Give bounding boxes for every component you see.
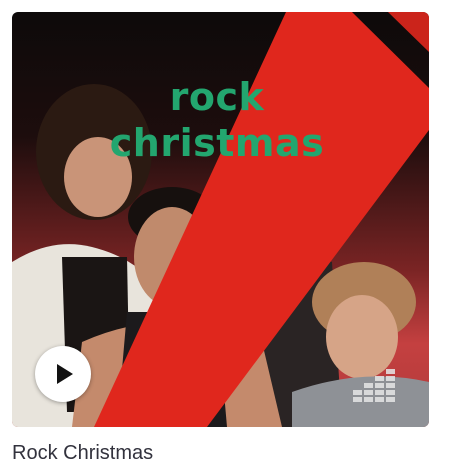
play-button[interactable] bbox=[35, 346, 91, 402]
figure-face-front-right bbox=[326, 295, 398, 379]
deezer-logo-icon bbox=[353, 369, 395, 402]
cover-title-line1: rock bbox=[169, 75, 265, 119]
playlist-title-link[interactable]: Rock Christmas bbox=[12, 442, 153, 465]
playlist-card[interactable]: rock christmas Rock Christmas bbox=[0, 0, 450, 475]
playlist-cover[interactable]: rock christmas bbox=[12, 12, 429, 427]
play-icon bbox=[57, 364, 73, 384]
red-ribbon-corner bbox=[388, 12, 429, 52]
cover-title-line2: christmas bbox=[109, 121, 325, 165]
